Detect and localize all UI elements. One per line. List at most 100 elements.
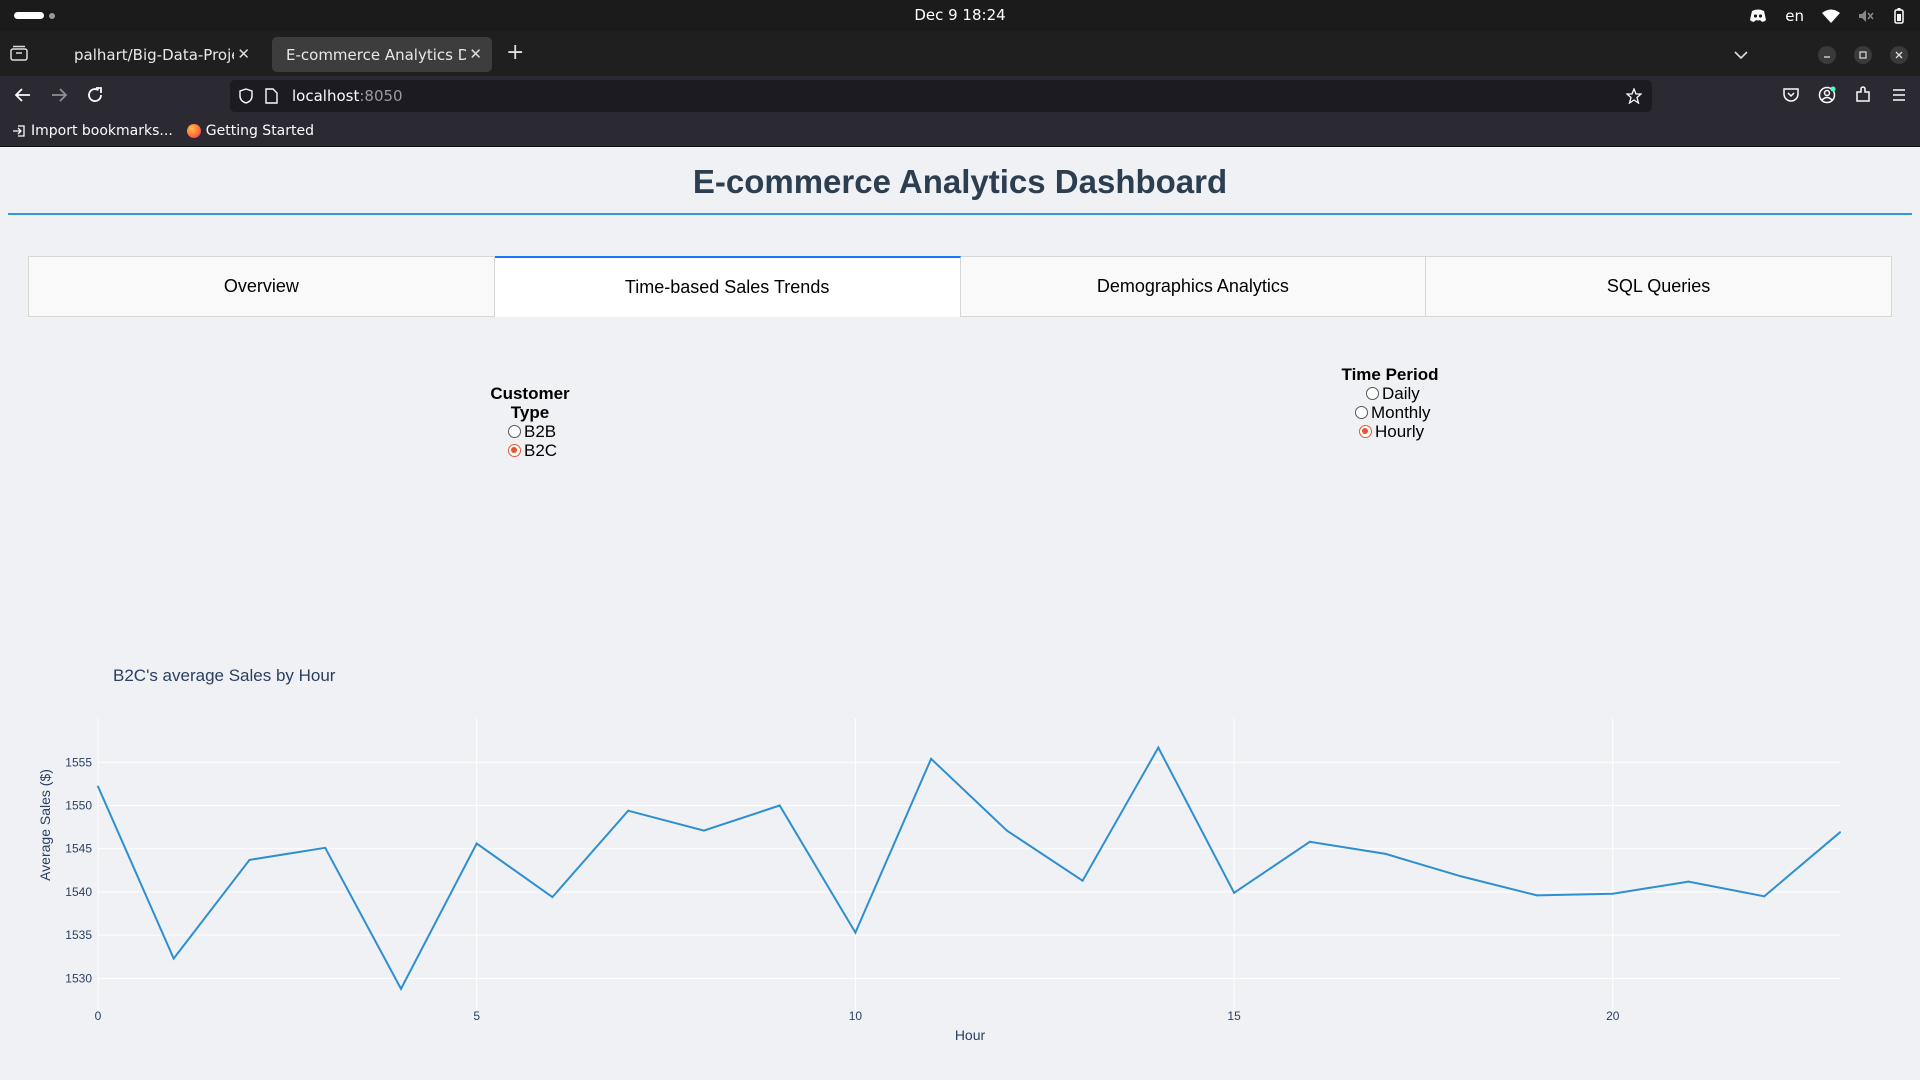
- chart-title: B2C's average Sales by Hour: [113, 666, 336, 685]
- data-point[interactable]: [324, 846, 327, 849]
- data-point[interactable]: [1005, 829, 1008, 832]
- discord-tray-icon[interactable]: [1749, 9, 1767, 23]
- x-tick-label: 20: [1606, 1009, 1620, 1023]
- customer-type-label: Customer Type: [490, 384, 570, 422]
- language-indicator[interactable]: en: [1785, 7, 1804, 25]
- radio-option-hourly[interactable]: Hourly: [1359, 422, 1440, 441]
- data-point[interactable]: [551, 896, 554, 899]
- series-line[interactable]: [97, 745, 1841, 991]
- x-tick-label: 5: [473, 1009, 480, 1023]
- radio-button-checked[interactable]: [1359, 425, 1372, 438]
- browser-tab-title: palhart/Big-Data-Project: [74, 45, 234, 64]
- data-point[interactable]: [475, 842, 478, 845]
- bookmark-import[interactable]: Import bookmarks...: [12, 123, 173, 139]
- forward-arrow-icon[interactable]: [50, 86, 68, 108]
- close-icon[interactable]: ✕: [469, 45, 482, 63]
- new-tab-button[interactable]: +: [506, 42, 524, 64]
- minimize-window-icon[interactable]: [1818, 45, 1836, 64]
- radio-option-monthly[interactable]: Monthly: [1355, 403, 1440, 422]
- data-point[interactable]: [399, 987, 402, 990]
- time-period-control: Time Period Daily Monthly Hourly: [1340, 365, 1440, 441]
- account-icon[interactable]: [1818, 86, 1836, 108]
- url-text[interactable]: localhost:8050: [292, 80, 403, 112]
- data-point[interactable]: [1687, 880, 1690, 883]
- data-point[interactable]: [1536, 894, 1539, 897]
- tab-time-based-sales-trends[interactable]: Time-based Sales Trends: [494, 256, 961, 317]
- wifi-icon[interactable]: [1822, 9, 1840, 23]
- url-port: :8050: [359, 87, 403, 105]
- y-tick-label: 1530: [65, 971, 92, 985]
- chart-grid: [97, 718, 1840, 1010]
- radio-button-checked[interactable]: [508, 444, 521, 457]
- browser-tab-github[interactable]: palhart/Big-Data-Project ✕: [60, 37, 260, 72]
- data-point[interactable]: [97, 785, 99, 788]
- restore-window-icon[interactable]: [1854, 45, 1872, 64]
- title-divider: [8, 213, 1912, 215]
- sales-by-hour-chart[interactable]: B2C's average Sales by Hour 1530 1535 1540…: [0, 502, 1920, 1062]
- data-point[interactable]: [1611, 892, 1614, 895]
- tab-demographics-analytics[interactable]: Demographics Analytics: [960, 256, 1427, 317]
- data-point[interactable]: [1384, 852, 1387, 855]
- page-title: E-commerce Analytics Dashboard: [692, 163, 1228, 200]
- radio-label[interactable]: Hourly: [1375, 422, 1424, 441]
- browser-tab-strip: palhart/Big-Data-Project ✕ E-commerce An…: [0, 31, 1920, 76]
- data-point[interactable]: [1460, 875, 1463, 878]
- data-point[interactable]: [778, 804, 781, 807]
- battery-icon[interactable]: [1892, 7, 1906, 24]
- data-point[interactable]: [1308, 840, 1311, 843]
- page-icon[interactable]: [264, 88, 278, 108]
- chart-series: [97, 745, 1841, 991]
- data-point[interactable]: [1233, 891, 1236, 894]
- import-icon: [13, 124, 25, 137]
- system-clock[interactable]: Dec 9 18:24: [0, 0, 1920, 31]
- data-point[interactable]: [627, 809, 630, 812]
- reload-icon[interactable]: [86, 86, 104, 108]
- radio-button[interactable]: [1355, 406, 1368, 419]
- radio-button[interactable]: [508, 425, 521, 438]
- x-tick-labels: 0 5 10 15 20: [95, 1009, 1620, 1023]
- bookmark-getting-started[interactable]: Getting Started: [186, 122, 315, 139]
- tracking-shield-icon[interactable]: [238, 88, 254, 108]
- radio-label[interactable]: B2B: [524, 422, 556, 441]
- menu-hamburger-icon[interactable]: [1890, 86, 1908, 108]
- close-icon[interactable]: ✕: [237, 45, 250, 63]
- x-tick-label: 15: [1227, 1009, 1241, 1023]
- line-chart-svg[interactable]: B2C's average Sales by Hour 1530 1535 1540…: [0, 502, 1920, 1062]
- data-point[interactable]: [248, 858, 251, 861]
- dashboard-tabs: Overview Time-based Sales Trends Demogra…: [28, 256, 1892, 317]
- radio-label[interactable]: Monthly: [1371, 403, 1431, 422]
- data-point[interactable]: [172, 957, 175, 960]
- tab-overview[interactable]: Overview: [28, 256, 495, 317]
- data-point[interactable]: [1763, 895, 1766, 898]
- radio-option-b2c[interactable]: B2C: [508, 441, 590, 460]
- bookmark-star-icon[interactable]: [1625, 87, 1643, 108]
- list-all-tabs-chevron-icon[interactable]: [1734, 45, 1748, 64]
- data-point[interactable]: [854, 931, 857, 934]
- volume-muted-icon[interactable]: [1858, 9, 1874, 23]
- radio-option-b2b[interactable]: B2B: [508, 422, 590, 441]
- url-host: localhost: [292, 87, 360, 105]
- tab-sql-queries[interactable]: SQL Queries: [1426, 256, 1892, 317]
- radio-label[interactable]: B2C: [524, 441, 557, 460]
- data-point[interactable]: [930, 757, 933, 760]
- tab-overview-icon[interactable]: [10, 45, 28, 65]
- extensions-icon[interactable]: [1854, 86, 1872, 108]
- x-tick-label: 10: [849, 1009, 863, 1023]
- back-arrow-icon[interactable]: [14, 86, 32, 108]
- radio-button[interactable]: [1366, 387, 1379, 400]
- y-axis-title: Average Sales ($): [37, 769, 53, 881]
- customer-type-control: Customer Type B2B B2C: [470, 384, 590, 460]
- x-tick-label: 0: [95, 1009, 102, 1023]
- close-window-icon[interactable]: [1890, 45, 1908, 64]
- radio-label[interactable]: Daily: [1382, 384, 1420, 403]
- x-axis-title: Hour: [955, 1027, 986, 1043]
- data-point[interactable]: [702, 829, 705, 832]
- data-point[interactable]: [1081, 879, 1084, 882]
- bookmark-label: Getting Started: [205, 122, 315, 139]
- pocket-icon[interactable]: [1782, 86, 1800, 108]
- data-point[interactable]: [1157, 746, 1160, 749]
- browser-tab-dashboard[interactable]: E-commerce Analytics Dashboard ✕: [272, 37, 492, 72]
- data-point[interactable]: [1839, 831, 1841, 834]
- address-bar[interactable]: localhost:8050: [230, 80, 1652, 112]
- radio-option-daily[interactable]: Daily: [1366, 384, 1440, 403]
